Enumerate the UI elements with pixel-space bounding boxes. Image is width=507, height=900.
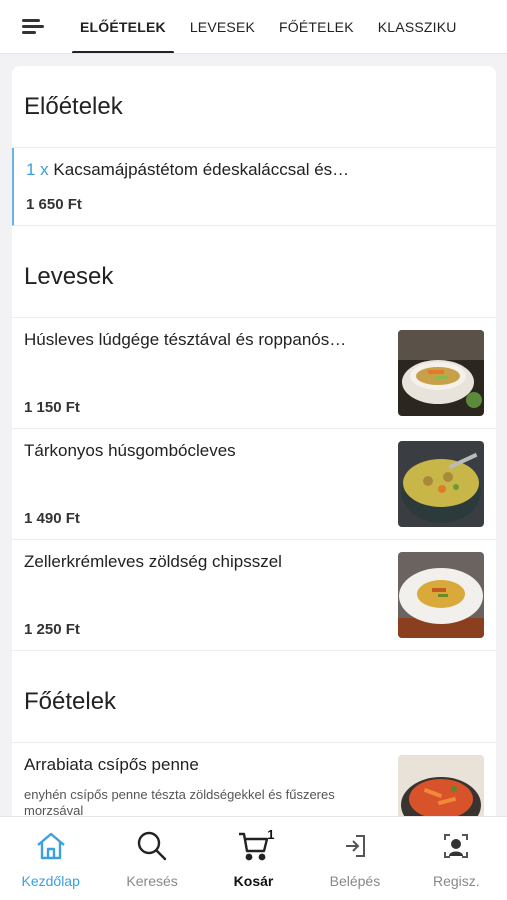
cart-item-price: 1 650 Ft [26, 196, 82, 213]
dish-name: Zellerkrémleves zöldség chipsszel [24, 552, 282, 571]
tab-foetelek[interactable]: FŐÉTELEK [267, 0, 366, 53]
menu-content: Előételek 1 x Kacsamájpástétom édeskalác… [12, 66, 496, 816]
nav-register[interactable]: Regisz. [406, 817, 507, 900]
nav-register-label: Regisz. [432, 873, 480, 889]
dish-photo [398, 755, 484, 816]
dish-description: enyhén csípős penne tészta zöldségekkel … [24, 787, 335, 816]
dish-name: Arrabiata csípős penne [24, 755, 199, 774]
bottom-navigation: Kezdőlap Keresés 1 Kosár Belépés Regisz. [0, 816, 507, 900]
search-icon [135, 829, 169, 863]
cart-count-badge: 1 [267, 827, 275, 842]
dish-price: 1 490 Ft [24, 510, 80, 527]
tab-klasszikus[interactable]: KLASSZIKU [366, 0, 469, 53]
tab-eloetelek[interactable]: ELŐÉTELEK [68, 0, 178, 53]
dish-name: Tárkonyos húsgombócleves [24, 441, 236, 460]
list-item[interactable]: Húsleves lúdgége tésztával és roppanós… … [12, 318, 496, 429]
nav-home-label: Kezdőlap [21, 873, 80, 889]
dish-photo [398, 330, 484, 416]
nav-search[interactable]: Keresés [101, 817, 202, 900]
section-title-eloetelek: Előételek [12, 66, 496, 148]
dish-name: Húsleves lúdgége tésztával és roppanós… [24, 330, 347, 349]
cart-item-label: Kacsamájpástétom édeskaláccsal és… [53, 160, 350, 179]
dish-photo [398, 552, 484, 638]
login-icon [338, 829, 372, 863]
list-item[interactable]: Arrabiata csípős penne enyhén csípős pen… [12, 743, 496, 816]
nav-home[interactable]: Kezdőlap [0, 817, 101, 900]
nav-login-label: Belépés [329, 873, 381, 889]
nav-search-label: Keresés [126, 873, 178, 889]
menu-icon[interactable] [22, 18, 44, 35]
nav-login[interactable]: Belépés [304, 817, 405, 900]
dish-photo [398, 441, 484, 527]
dish-price: 1 150 Ft [24, 399, 80, 416]
section-title-levesek: Levesek [12, 226, 496, 318]
register-icon [439, 829, 473, 863]
cart-item-name: 1 x Kacsamájpástétom édeskaláccsal és… [26, 160, 386, 180]
dish-price: 1 250 Ft [24, 621, 80, 638]
cart-item-qty: 1 x [26, 160, 49, 179]
section-title-foetelek: Főételek [12, 651, 496, 743]
nav-cart-label: Kosár [233, 873, 274, 889]
nav-cart[interactable]: 1 Kosár [203, 817, 304, 900]
list-item[interactable]: Zellerkrémleves zöldség chipsszel 1 250 … [12, 540, 496, 651]
list-item[interactable]: Tárkonyos húsgombócleves 1 490 Ft [12, 429, 496, 540]
tab-levesek[interactable]: LEVESEK [178, 0, 267, 53]
category-tab-bar: ELŐÉTELEK LEVESEK FŐÉTELEK KLASSZIKU [0, 0, 507, 54]
home-icon [34, 829, 68, 863]
cart-icon: 1 [237, 827, 275, 863]
cart-item[interactable]: 1 x Kacsamájpástétom édeskaláccsal és… 1… [12, 148, 496, 226]
category-tabs: ELŐÉTELEK LEVESEK FŐÉTELEK KLASSZIKU [68, 0, 469, 53]
